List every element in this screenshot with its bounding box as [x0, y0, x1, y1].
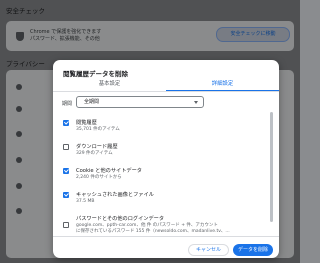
item-title: Cookie と他のサイトデータ: [76, 168, 142, 174]
item-subtitle-2: に保存されているパスワード 155 件（newsoldo.com、madanli…: [76, 229, 230, 234]
item-subtitle: 37.5 MB: [76, 199, 95, 204]
period-label: 期間: [62, 101, 73, 107]
delete-data-button[interactable]: データを削除: [233, 244, 273, 256]
item-subtitle: 329 件のアイテム: [76, 151, 113, 156]
data-type-list[interactable]: 閲覧履歴 35,701 件のアイテム ダウンロード履歴 329 件のアイテム C…: [53, 112, 279, 236]
checkbox-browsing-history[interactable]: [63, 120, 69, 126]
item-subtitle: 35,701 件のアイテム: [76, 127, 120, 132]
tab-advanced[interactable]: 詳細設定: [166, 80, 279, 91]
chevron-down-icon: [194, 101, 198, 104]
scrollbar[interactable]: [270, 112, 273, 222]
period-value: 全期間: [84, 99, 100, 105]
period-select[interactable]: 全期間: [76, 96, 204, 108]
item-title: キャッシュされた画像とファイル: [76, 192, 154, 198]
item-title: 閲覧履歴: [76, 120, 97, 126]
item-title: パスワードとその他のログインデータ: [76, 216, 165, 222]
checkbox-cache[interactable]: [63, 192, 69, 198]
item-title: ダウンロード履歴: [76, 144, 118, 150]
checkbox-cookies[interactable]: [63, 168, 69, 174]
cancel-button[interactable]: キャンセル: [188, 244, 229, 256]
dialog-title: 閲覧履歴データを削除: [63, 70, 128, 78]
tab-basic[interactable]: 基本設定: [53, 80, 166, 91]
checkbox-download-history[interactable]: [63, 144, 69, 150]
checkbox-passwords[interactable]: [63, 222, 69, 228]
dialog-tabs: 基本設定 詳細設定: [53, 79, 279, 92]
clear-browsing-data-dialog: 閲覧履歴データを削除 基本設定 詳細設定 期間 全期間 閲覧履歴 35,701 …: [53, 60, 279, 258]
divider: [53, 236, 279, 237]
item-subtitle: 2,240 件のサイトから: [76, 175, 122, 180]
